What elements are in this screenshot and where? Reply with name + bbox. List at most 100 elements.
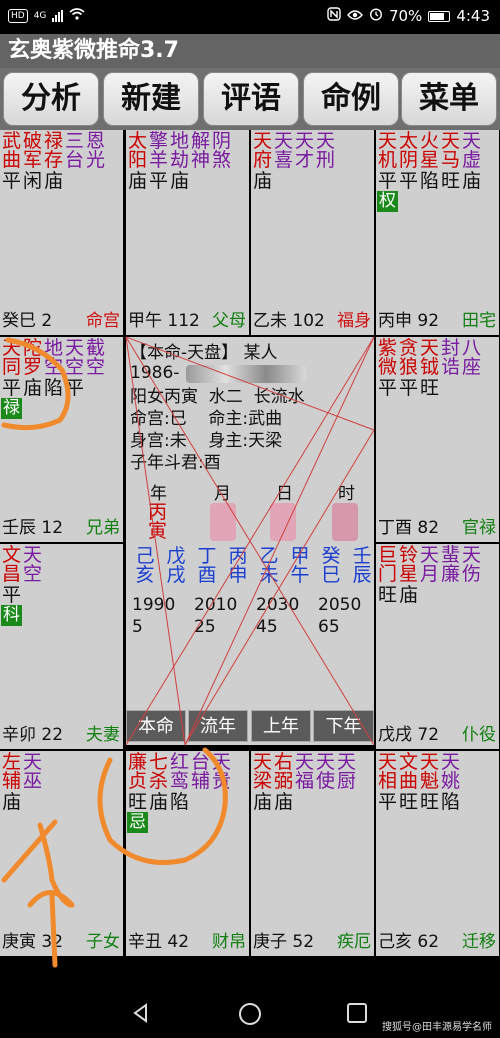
palace-name: 福身 [337, 311, 371, 331]
palace-shen[interactable]: 天机太阴火星天马天虚平平陷旺庙权丙申 92 田宅 [376, 130, 499, 335]
brightness-char: 庙 [273, 791, 293, 813]
palace-zi[interactable]: 天梁右弼天福天使天厨庙庙庚子 52 疾厄 [251, 751, 374, 956]
star-char: 辅 [190, 770, 210, 792]
navigation-bar: 搜狐号@田丰源易学名师 [0, 988, 500, 1038]
star-char: 台 [64, 149, 84, 171]
star-char: 神 [190, 149, 210, 171]
star-name: 八座 [461, 339, 482, 377]
star-name: 天使 [315, 753, 336, 791]
star-name: 廉贞 [127, 753, 148, 791]
star-name: 擎羊 [148, 132, 169, 170]
brightness-char: 平 [377, 791, 397, 813]
brightness-char: 旺 [440, 170, 460, 192]
app-title: 玄奥紫微推命3.7 [0, 34, 500, 68]
palace-name: 田宅 [462, 311, 496, 331]
palace-mao[interactable]: 文昌天空平科辛卯 22 夫妻 [0, 544, 123, 749]
tab-prev-year[interactable]: 上年 [251, 710, 311, 742]
palace-chen[interactable]: 天同陀罗地空天空截空平庙陷平禄壬辰 12 兄弟 [0, 337, 123, 542]
star-name: 右弼 [273, 753, 294, 791]
palace-name: 财帛 [212, 932, 246, 952]
star-name: 天相 [377, 753, 398, 791]
star-name: 蜚廉 [440, 546, 461, 584]
tab-flow-year[interactable]: 流年 [188, 710, 248, 742]
star-char: 曲 [398, 770, 418, 792]
brightness-char: 平 [64, 377, 84, 399]
examples-button[interactable]: 命例 [303, 72, 399, 126]
star-name: 贪狼 [398, 339, 419, 377]
palace-age: 62 [417, 932, 440, 952]
palace-stars: 武曲破军禄存三台恩光 [1, 132, 106, 170]
star-name: 封诰 [440, 339, 461, 377]
body-palace-line: 身宫:未 身主:天梁 [130, 431, 283, 451]
palace-wei[interactable]: 天府天喜天才天刑庙乙未 102 福身 [251, 130, 374, 335]
palace-ganzhi: 壬辰 [2, 518, 36, 538]
brightness-char: 平 [148, 170, 168, 192]
palace-name: 官禄 [462, 518, 496, 538]
palace-footer: 丁酉 82 官禄 [378, 517, 496, 539]
star-char: 诰 [440, 356, 460, 378]
home-icon[interactable] [238, 1002, 262, 1026]
palace-si[interactable]: 武曲破军禄存三台恩光平闲庙癸巳 2 命宫 [0, 130, 123, 335]
palace-footer: 甲午 112 父母 [128, 310, 246, 332]
back-icon[interactable] [130, 1002, 152, 1024]
brightness-char: 陷 [43, 377, 63, 399]
star-brightness: 平旺旺陷 [377, 792, 461, 812]
brightness-char: 陷 [419, 170, 439, 192]
palace-xu[interactable]: 巨门铃星天月蜚廉天伤旺庙戊戌 72 仆役 [376, 544, 499, 749]
palace-ganzhi: 辛卯 [2, 725, 36, 745]
birth-date: 1986- [130, 363, 180, 383]
brightness-char: 庙 [22, 377, 42, 399]
palace-age: 2 [41, 311, 53, 331]
star-name: 天同 [1, 339, 22, 377]
analyze-button[interactable]: 分析 [3, 72, 99, 126]
palace-stars: 天相文曲天魁天姚 [377, 753, 461, 791]
palace-you[interactable]: 紫微贪狼天钺封诰八座平平旺丁酉 82 官禄 [376, 337, 499, 542]
star-name: 地空 [43, 339, 64, 377]
brightness-char: 平 [377, 377, 397, 399]
star-brightness: 平平陷旺庙 [377, 171, 482, 191]
wifi-icon [69, 8, 85, 24]
brightness-char: 旺 [419, 377, 439, 399]
star-char: 星 [419, 149, 439, 171]
star-char: 光 [85, 149, 105, 171]
palace-name: 夫妻 [86, 725, 120, 745]
brightness-char: 旺 [398, 791, 418, 813]
palace-stars: 廉贞七杀红鸾台辅天贵 [127, 753, 232, 791]
tab-natal[interactable]: 本命 [126, 710, 186, 742]
comment-button[interactable]: 评语 [203, 72, 299, 126]
star-name: 台辅 [190, 753, 211, 791]
tab-next-year[interactable]: 下年 [313, 710, 374, 742]
star-char: 空 [22, 563, 42, 585]
palace-wu[interactable]: 太阳擎羊地劫解神阴煞庙平庙甲午 112 父母 [126, 130, 249, 335]
star-char: 月 [419, 563, 439, 585]
star-name: 七杀 [148, 753, 169, 791]
palace-name: 仆役 [462, 725, 496, 745]
palace-age: 42 [167, 932, 190, 952]
palace-yin[interactable]: 左辅天巫庙庚寅 32 子女 [0, 751, 123, 956]
menu-button[interactable]: 菜单 [401, 72, 497, 126]
palace-name: 疾厄 [337, 932, 371, 952]
brightness-char: 庙 [252, 170, 272, 192]
palace-ganzhi: 癸巳 [2, 311, 36, 331]
brightness-char: 庙 [461, 170, 481, 192]
star-name: 火星 [419, 132, 440, 170]
recent-apps-icon[interactable] [346, 1002, 368, 1024]
year-branch: 寅 [148, 520, 168, 542]
new-button[interactable]: 新建 [103, 72, 199, 126]
palace-chou[interactable]: 廉贞七杀红鸾台辅天贵旺庙陷忌辛丑 42 财帛 [126, 751, 249, 956]
dayun-char: 午 [290, 564, 310, 586]
star-brightness: 旺庙 [377, 585, 419, 605]
palace-ganzhi: 戊戌 [378, 725, 412, 745]
palace-hai[interactable]: 天相文曲天魁天姚平旺旺陷己亥 62 迁移 [376, 751, 499, 956]
star-char: 空 [43, 356, 63, 378]
dayun-char: 未 [259, 564, 279, 586]
star-char: 虚 [461, 149, 481, 171]
dayun-year-1: 1990 [132, 595, 176, 615]
palace-stars: 文昌天空 [1, 546, 43, 584]
star-char: 鸾 [169, 770, 189, 792]
brightness-char: 庙 [127, 170, 147, 192]
brightness-char: 闲 [22, 170, 42, 192]
palace-ganzhi: 己亥 [378, 932, 412, 952]
doujun-line: 子年斗君:酉 [130, 453, 221, 473]
palace-footer: 庚寅 32 子女 [2, 931, 120, 953]
